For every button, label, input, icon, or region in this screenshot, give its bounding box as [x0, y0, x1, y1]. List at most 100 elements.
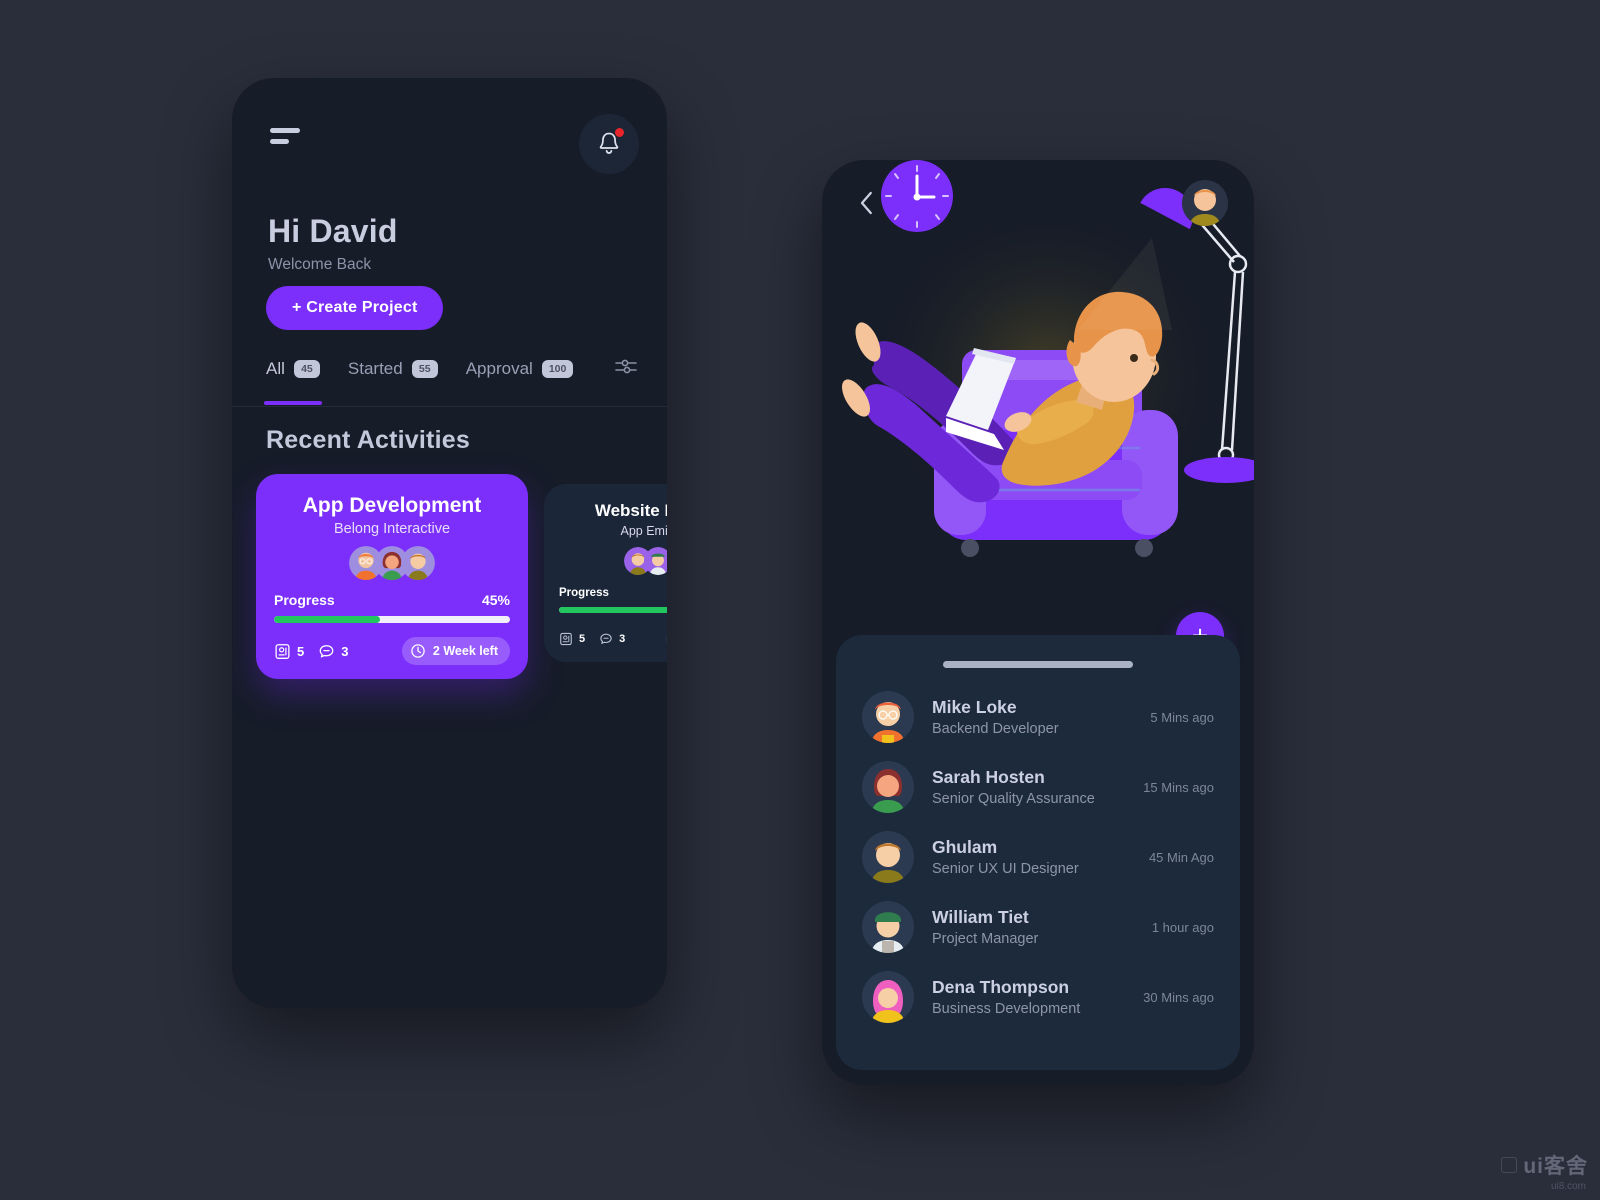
tab-started[interactable]: Started 55 [348, 359, 438, 379]
app-screenshot: Hi David Welcome Back + Create Project A… [0, 0, 1600, 1200]
avatar [862, 761, 914, 813]
list-item[interactable]: Dena Thompson Business Development 30 Mi… [856, 962, 1220, 1032]
tab-started-label: Started [347, 358, 403, 378]
tab-approval-label: Approval [465, 358, 533, 378]
avatar [862, 971, 914, 1023]
team-phone: + Mike Loke [822, 160, 1254, 1085]
project-filter-tabs: All 45 Started 55 Approval 100 [264, 356, 638, 405]
activity-client: Belong Interactive [333, 521, 451, 537]
header-divider [232, 406, 667, 407]
tab-all-badge: 45 [293, 359, 320, 378]
progress-bar-track [559, 607, 667, 613]
member-role: Business Development [932, 1001, 1081, 1017]
activity-meta-row: 5 3 [559, 627, 667, 651]
activity-card-app-development[interactable]: App Development Belong Interactive Progr… [256, 474, 528, 679]
greeting-title: Hi David [268, 213, 398, 249]
avatar [401, 546, 435, 580]
activity-progress-row: Progress 45% [274, 592, 510, 608]
activities-carousel[interactable]: App Development Belong Interactive Progr… [232, 474, 667, 694]
notification-badge-dot [614, 127, 625, 138]
member-timestamp: 15 Mins ago [1143, 779, 1214, 795]
activity-title: Website Design [594, 501, 667, 520]
progress-bar-fill [274, 616, 381, 623]
list-item[interactable]: Ghulam Senior UX UI Designer 45 Min Ago [856, 822, 1220, 892]
progress-label: Progress [559, 587, 609, 599]
comment-icon [319, 644, 334, 657]
progress-bar-track [274, 616, 510, 623]
member-name: Ghulam [932, 837, 998, 857]
tab-all-label: All [266, 358, 285, 378]
list-item[interactable]: Mike Loke Backend Developer 5 Mins ago [856, 682, 1220, 752]
sliders-icon[interactable] [614, 356, 638, 381]
team-members-panel: Mike Loke Backend Developer 5 Mins ago S… [836, 635, 1240, 1070]
create-project-button[interactable]: + Create Project [266, 286, 444, 330]
greeting-block: Hi David Welcome Back [268, 213, 398, 274]
member-name: William Tiet [932, 907, 1029, 927]
greeting-subtitle: Welcome Back [268, 256, 372, 273]
comments-count: 3 [619, 633, 626, 645]
dashboard-phone: Hi David Welcome Back + Create Project A… [232, 78, 667, 1008]
hamburger-icon[interactable] [270, 128, 300, 150]
comments-count: 3 [341, 643, 349, 659]
time-left-pill: 2 Week left [401, 637, 510, 665]
section-title-recent-activities: Recent Activities [266, 426, 470, 454]
member-role: Backend Developer [932, 721, 1059, 737]
list-item[interactable]: William Tiet Project Manager 1 hour ago [856, 892, 1220, 962]
tab-approval-badge: 100 [541, 359, 574, 378]
attachments-meta: 5 [274, 643, 304, 660]
member-timestamp: 45 Min Ago [1148, 849, 1214, 865]
time-left-label: 2 Week left [432, 644, 498, 658]
notification-button[interactable] [579, 114, 639, 174]
tab-all[interactable]: All 45 [264, 358, 322, 405]
image-icon [275, 643, 290, 659]
chevron-left-icon [860, 191, 872, 215]
member-info: Mike Loke Backend Developer [932, 697, 1150, 737]
member-name: Sarah Hosten [932, 767, 1045, 787]
member-name: Mike Loke [932, 697, 1017, 717]
progress-bar-fill [559, 607, 667, 613]
member-info: Ghulam Senior UX UI Designer [932, 837, 1149, 877]
tab-approval[interactable]: Approval 100 [466, 359, 574, 379]
avatar [862, 831, 914, 883]
member-timestamp: 30 Mins ago [1143, 989, 1214, 1005]
hamburger-line-top [270, 128, 300, 133]
member-timestamp: 1 hour ago [1151, 919, 1214, 935]
activity-progress-row: Progress 75% [559, 587, 667, 599]
member-info: William Tiet Project Manager [932, 907, 1152, 947]
activity-card-website-design[interactable]: Website Design App Emirates [544, 484, 667, 662]
activity-meta-row: 5 3 [274, 637, 510, 665]
comments-meta: 3 [318, 643, 348, 660]
attachments-count: 5 [579, 633, 586, 645]
watermark-box-icon [1501, 1157, 1518, 1173]
clock-icon [411, 644, 425, 658]
watermark-text: ui客舍 [1523, 1155, 1588, 1178]
attachments-meta: 5 [559, 632, 585, 646]
back-button[interactable] [852, 188, 882, 218]
time-left-pill: 3 Days left [666, 627, 667, 651]
image-icon [560, 632, 572, 646]
watermark: ui客舍 ui8.com [1501, 1150, 1588, 1192]
member-role: Senior Quality Assurance [932, 791, 1095, 807]
activity-avatar-group [559, 547, 667, 575]
progress-label: Progress [274, 592, 335, 608]
watermark-subtext: ui8.com [1550, 1181, 1586, 1192]
drag-handle[interactable] [943, 661, 1133, 668]
member-info: Dena Thompson Business Development [932, 977, 1143, 1017]
activity-avatar-group [274, 546, 510, 580]
activity-title: App Development [302, 494, 482, 517]
avatar [862, 901, 914, 953]
attachments-count: 5 [297, 643, 305, 659]
list-item[interactable]: Sarah Hosten Senior Quality Assurance 15… [856, 752, 1220, 822]
activity-client: App Emirates [620, 524, 667, 538]
tab-started-badge: 55 [411, 359, 438, 378]
member-role: Project Manager [932, 931, 1039, 947]
member-name: Dena Thompson [932, 977, 1070, 997]
illustration-person-on-sofa [842, 160, 1254, 557]
progress-value: 45% [481, 592, 510, 608]
member-timestamp: 5 Mins ago [1150, 709, 1214, 725]
watermark-row: ui客舍 [1501, 1150, 1588, 1180]
member-info: Sarah Hosten Senior Quality Assurance [932, 767, 1143, 807]
hamburger-line-bottom [270, 139, 289, 144]
avatar [862, 691, 914, 743]
profile-avatar[interactable] [1182, 180, 1228, 226]
